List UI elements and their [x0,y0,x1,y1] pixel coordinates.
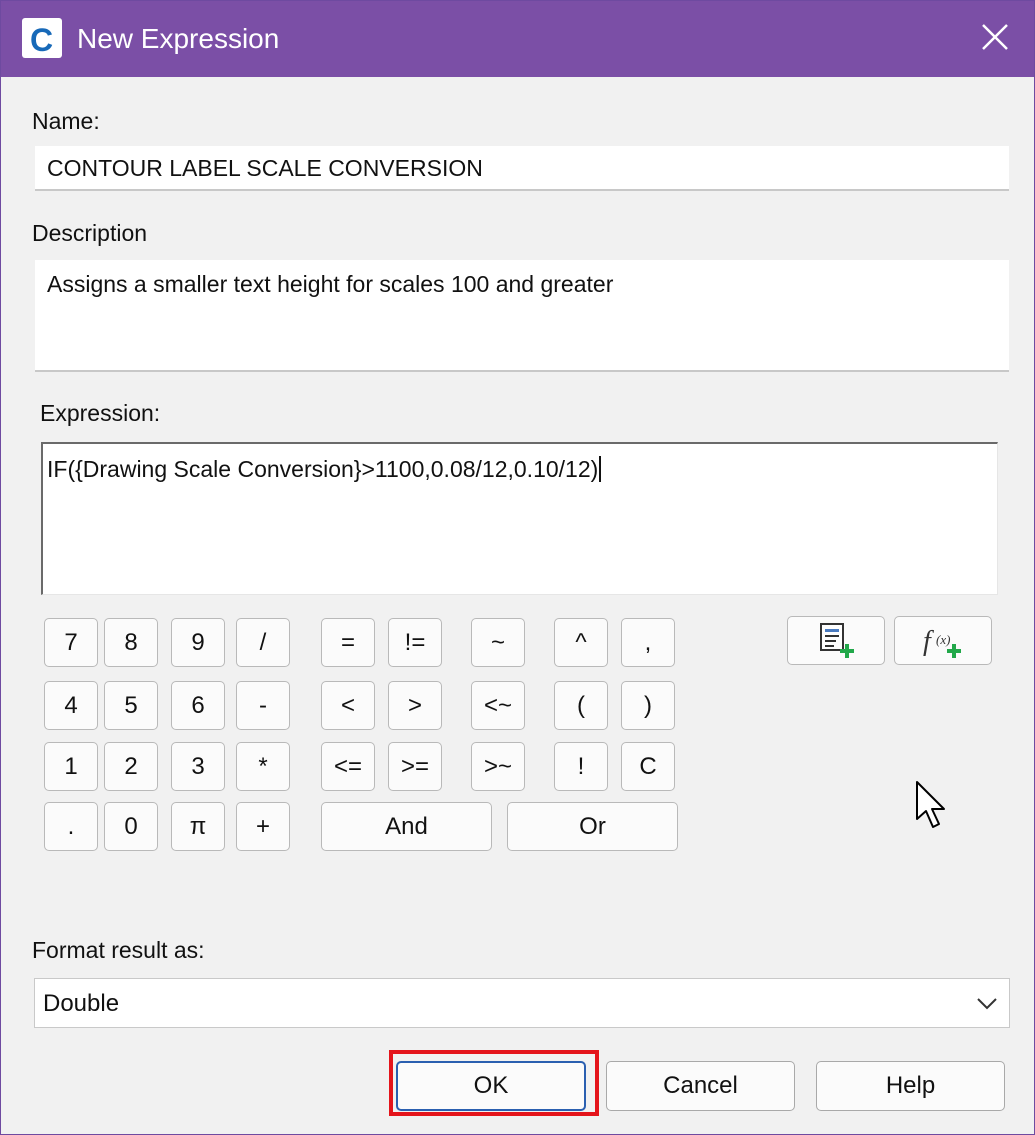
name-label: Name: [32,108,100,134]
new-expression-dialog: C New Expression Name: CONTOUR LABEL SCA… [0,0,1035,1135]
expression-input[interactable]: IF({Drawing Scale Conversion}>1100,0.08/… [41,442,998,595]
key-greater-equal[interactable]: >= [388,742,442,791]
key-5[interactable]: 5 [104,681,158,730]
insert-function-button[interactable]: f (x) [894,616,992,665]
insert-property-icon [820,623,854,658]
key-greater-than[interactable]: > [388,681,442,730]
expression-label: Expression: [40,400,161,426]
key-comma[interactable]: , [621,618,675,667]
svg-text:f: f [923,626,934,657]
key-not[interactable]: ! [554,742,608,791]
key-or[interactable]: Or [507,802,678,851]
svg-text:(x): (x) [936,632,950,647]
format-result-label: Format result as: [32,937,205,963]
key-pi[interactable]: π [171,802,225,851]
key-4[interactable]: 4 [44,681,98,730]
format-result-value: Double [43,990,120,1017]
expression-value: IF({Drawing Scale Conversion}>1100,0.08/… [47,456,599,482]
chevron-down-icon [977,998,997,1010]
description-input[interactable]: Assigns a smaller text height for scales… [35,260,1009,372]
key-2[interactable]: 2 [104,742,158,791]
name-value: CONTOUR LABEL SCALE CONVERSION [47,155,483,181]
insert-property-button[interactable] [787,616,885,665]
key-close-paren[interactable]: ) [621,681,675,730]
key-decimal[interactable]: . [44,802,98,851]
key-plus[interactable]: + [236,802,290,851]
name-input[interactable]: CONTOUR LABEL SCALE CONVERSION [35,146,1009,191]
key-clear[interactable]: C [621,742,675,791]
key-multiply[interactable]: * [236,742,290,791]
close-icon[interactable] [975,17,1015,57]
app-icon: C [22,18,62,58]
key-not-equals[interactable]: != [388,618,442,667]
key-approx[interactable]: ~ [471,618,525,667]
text-caret [599,456,602,482]
key-equals[interactable]: = [321,618,375,667]
description-value: Assigns a smaller text height for scales… [47,271,614,297]
key-less-equal[interactable]: <= [321,742,375,791]
key-divide[interactable]: / [236,618,290,667]
window-title: New Expression [77,23,280,54]
key-0[interactable]: 0 [104,802,158,851]
description-label: Description [32,220,148,246]
title-bar: C New Expression [1,1,1034,77]
key-6[interactable]: 6 [171,681,225,730]
key-less-than[interactable]: < [321,681,375,730]
ok-button[interactable]: OK [396,1061,586,1111]
key-and[interactable]: And [321,802,492,851]
key-greater-approx[interactable]: >~ [471,742,525,791]
key-7[interactable]: 7 [44,618,98,667]
key-minus[interactable]: - [236,681,290,730]
help-button[interactable]: Help [816,1061,1005,1111]
key-8[interactable]: 8 [104,618,158,667]
insert-function-icon: f (x) [923,626,961,658]
key-1[interactable]: 1 [44,742,98,791]
format-result-select[interactable]: Double [34,978,1010,1028]
mouse-pointer-icon [916,781,945,828]
cancel-button[interactable]: Cancel [606,1061,795,1111]
key-3[interactable]: 3 [171,742,225,791]
key-power[interactable]: ^ [554,618,608,667]
key-9[interactable]: 9 [171,618,225,667]
key-less-approx[interactable]: <~ [471,681,525,730]
key-open-paren[interactable]: ( [554,681,608,730]
